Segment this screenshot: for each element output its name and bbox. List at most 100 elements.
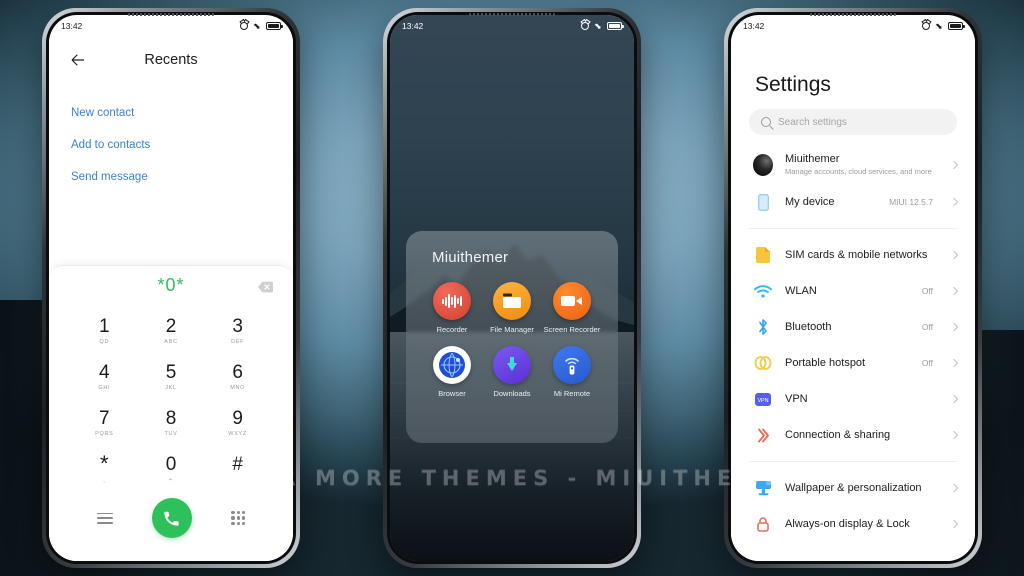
- chevron-right-icon: [949, 483, 959, 493]
- row-text: Connection & sharing: [785, 429, 921, 441]
- search-placeholder: Search settings: [778, 116, 847, 128]
- key-sub: MNO: [230, 384, 246, 391]
- account-avatar: [753, 153, 773, 176]
- chevron-right-icon: [949, 394, 959, 404]
- dial-key[interactable]: 9 WXYZ: [204, 400, 271, 446]
- dial-key[interactable]: 4 GHI: [71, 354, 138, 400]
- row-text: WLAN: [785, 285, 910, 297]
- dial-key[interactable]: 3 DEF: [204, 308, 271, 354]
- dial-key[interactable]: 1 QD: [71, 308, 138, 354]
- key-sub: +: [169, 476, 173, 483]
- settings-row-wallpaper[interactable]: Wallpaper & personalization: [731, 470, 975, 506]
- dialer-header: Recents: [49, 37, 293, 83]
- app-folder-panel: Miuithemer Recorder File Manager Screen …: [406, 231, 618, 443]
- settings-row-bluetooth[interactable]: Bluetooth Off: [731, 309, 975, 345]
- device-icon: [753, 192, 773, 212]
- settings-group-connections: SIM cards & mobile networks WLAN Off Blu…: [731, 237, 975, 453]
- row-label: Bluetooth: [785, 321, 832, 333]
- link-send-message[interactable]: Send message: [71, 161, 271, 193]
- page-title: Settings: [755, 73, 831, 96]
- settings-row-vpn[interactable]: VPN VPN: [731, 381, 975, 417]
- folder-name[interactable]: Miuithemer: [412, 245, 612, 282]
- airplane-mode-icon: ➦: [933, 19, 946, 32]
- battery-icon: [266, 22, 283, 30]
- settings-row-sim-cards[interactable]: SIM cards & mobile networks: [731, 237, 975, 273]
- app-item[interactable]: File Manager: [482, 282, 542, 334]
- settings-row-wlan[interactable]: WLAN Off: [731, 273, 975, 309]
- status-time: 13:42: [61, 21, 83, 31]
- row-text: Bluetooth: [785, 321, 910, 333]
- phone-left: 13:42 ➦ Recents New contact Add to conta…: [42, 8, 300, 568]
- app-item[interactable]: Browser: [422, 346, 482, 398]
- settings-row-connection-sharing[interactable]: Connection & sharing: [731, 417, 975, 453]
- settings-row-my-device[interactable]: My device MIUI 12.5.7: [731, 184, 975, 220]
- dial-key[interactable]: *,: [71, 446, 138, 492]
- search-icon: [761, 117, 771, 127]
- wallpaper-icon: [753, 478, 773, 498]
- back-arrow-icon[interactable]: [69, 51, 87, 69]
- svg-text:VPN: VPN: [757, 398, 768, 404]
- key-digit: #: [232, 453, 243, 475]
- dial-key[interactable]: 0 +: [138, 446, 205, 492]
- settings-row-hotspot[interactable]: Portable hotspot Off: [731, 345, 975, 381]
- app-item[interactable]: Screen Recorder: [542, 282, 602, 334]
- key-sub: PQRS: [95, 430, 114, 437]
- row-text: My device: [785, 196, 877, 208]
- row-label: Portable hotspot: [785, 357, 866, 369]
- phone-bezel: 13:42 ➦ Recents New contact Add to conta…: [46, 12, 296, 564]
- settings-row-always-on-display[interactable]: Always-on display & Lock: [731, 506, 975, 542]
- chevron-right-icon: [949, 519, 959, 529]
- call-button[interactable]: [151, 498, 192, 538]
- status-time: 13:42: [743, 21, 765, 31]
- link-new-contact[interactable]: New contact: [71, 97, 271, 129]
- phone-right: 13:42 ➦ Settings Search settings Miuithe…: [724, 8, 982, 568]
- dial-key[interactable]: 2 ABC: [138, 308, 205, 354]
- vpn-icon: VPN: [753, 389, 773, 409]
- backspace-icon[interactable]: [258, 280, 273, 293]
- link-add-to-contacts[interactable]: Add to contacts: [71, 129, 271, 161]
- dialpad-sheet: *0* 1 QD 2 ABC 3 DEF 4 GHI 5 JKL 6 MNO 7 PQRS 8: [49, 265, 293, 561]
- settings-row-account[interactable]: Miuithemer Manage accounts, cloud servic…: [731, 145, 975, 184]
- airplane-mode-icon: ➦: [251, 19, 264, 32]
- key-digit: 0: [165, 453, 177, 475]
- alarm-icon: [581, 22, 590, 30]
- dial-key[interactable]: #: [204, 446, 271, 492]
- key-sub: QD: [99, 338, 110, 345]
- phone-center: 13:42 ➦ Miuithemer Recorder File Manager…: [383, 8, 641, 568]
- dial-key[interactable]: 7 PQRS: [71, 400, 138, 446]
- search-input[interactable]: Search settings: [749, 109, 957, 135]
- speaker-grille: [810, 13, 896, 16]
- dial-key[interactable]: 6 MNO: [204, 354, 271, 400]
- dial-key[interactable]: 8 TUV: [138, 400, 205, 446]
- alarm-icon: [922, 22, 931, 30]
- app-item[interactable]: Recorder: [422, 282, 482, 334]
- contact-actions: New contact Add to contacts Send message: [49, 83, 293, 193]
- phone-bezel: 13:42 ➦ Settings Search settings Miuithe…: [728, 12, 978, 564]
- key-sub: TUV: [164, 430, 178, 437]
- settings-group-personalization: Wallpaper & personalization Always-on di…: [731, 470, 975, 542]
- app-item[interactable]: Mi Remote: [542, 346, 602, 398]
- keypad-grid-icon[interactable]: [231, 511, 246, 525]
- dialer-bottom-bar: [49, 492, 293, 538]
- key-digit: *: [100, 451, 109, 476]
- key-digit: 1: [99, 315, 110, 337]
- dial-key[interactable]: 5 JKL: [138, 354, 205, 400]
- dialer-page: Recents New contact Add to contacts Send…: [49, 37, 293, 561]
- file-manager-icon: [493, 282, 531, 320]
- dialpad-keys: 1 QD 2 ABC 3 DEF 4 GHI 5 JKL 6 MNO 7 PQRS 8 TUV …: [49, 304, 293, 492]
- chevron-right-icon: [949, 160, 959, 169]
- row-label: SIM cards & mobile networks: [785, 249, 928, 261]
- app-item[interactable]: Downloads: [482, 346, 542, 398]
- status-bar: 13:42 ➦: [390, 15, 634, 37]
- app-label: Downloads: [493, 389, 531, 399]
- mi-remote-icon: [553, 346, 591, 385]
- battery-icon: [607, 22, 624, 30]
- row-value: Off: [921, 322, 933, 332]
- status-icons: ➦: [240, 19, 283, 32]
- key-digit: 2: [165, 315, 177, 337]
- hamburger-menu-icon[interactable]: [96, 512, 113, 524]
- row-label: Always-on display & Lock: [785, 518, 910, 530]
- downloads-icon: [493, 346, 531, 385]
- row-label: Miuithemer: [785, 153, 840, 165]
- battery-icon: [948, 22, 965, 30]
